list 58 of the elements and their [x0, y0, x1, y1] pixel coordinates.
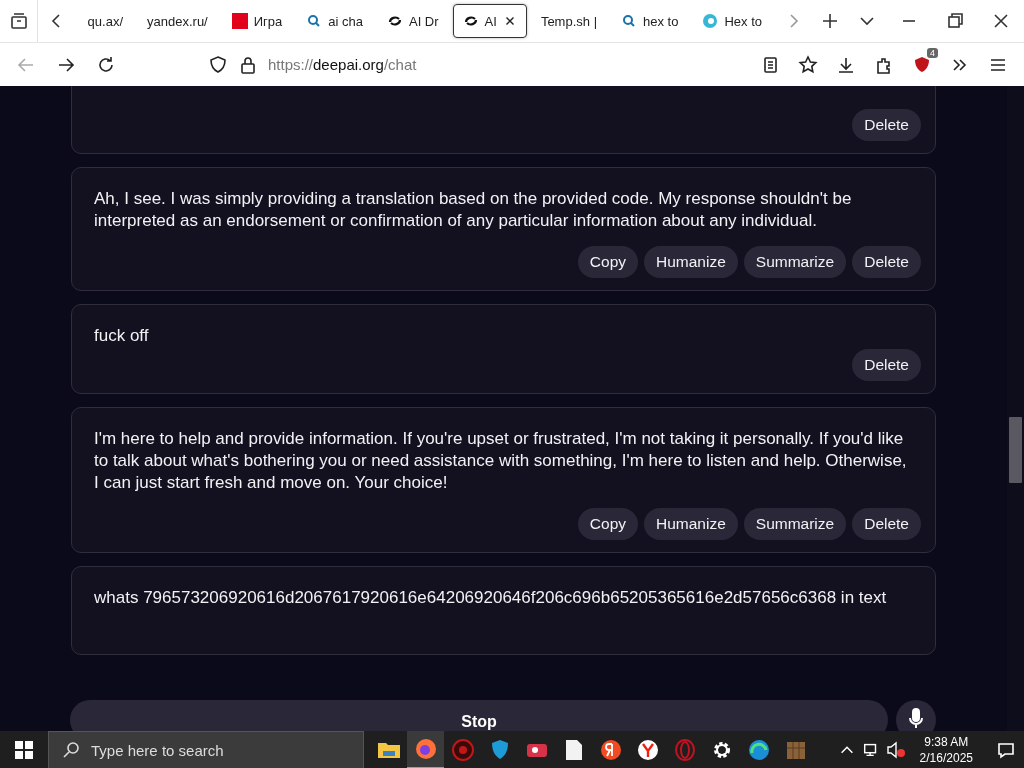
- windows-start-icon[interactable]: [15, 741, 33, 759]
- browser-logo-icon[interactable]: [414, 738, 437, 760]
- muted-speaker-icon[interactable]: [885, 741, 906, 759]
- crate-icon[interactable]: [784, 739, 807, 761]
- globe-icon: [702, 13, 719, 29]
- message-action-button[interactable]: Humanize: [644, 246, 738, 278]
- letter-app-icon[interactable]: [599, 739, 622, 761]
- y-letter-app-icon[interactable]: [636, 739, 659, 761]
- lock-icon[interactable]: [238, 54, 258, 75]
- address-bar[interactable]: https://deepai.org/chat: [268, 56, 417, 73]
- browser-tab[interactable]: Hex to: [692, 4, 772, 38]
- restore-icon[interactable]: [945, 11, 965, 31]
- message-text: Ah, I see. I was simply providing a translation based on the provided code. My response shouldn't be interpreted as an endorsement or confirmation of any particular information about any individual.: [94, 188, 853, 232]
- message-text: I'm here to help and provide information. If you're upset or frustrated, I'm not taking it personally. If you'd like to talk about what's bothering you or need assistance with something, I'm here to listen and help. Otherwise, I can just start fresh and move on. Your choice!: [94, 428, 908, 494]
- shield-extension-icon[interactable]: [912, 54, 932, 75]
- browser-tab[interactable]: ai cha: [296, 4, 373, 38]
- browser-tab[interactable]: Игра: [221, 4, 293, 38]
- taskbar-search-field[interactable]: Type here to search: [48, 731, 364, 768]
- browser-tab[interactable]: AI: [452, 4, 527, 38]
- message-action-button[interactable]: Summarize: [743, 246, 847, 278]
- bookmark-star-icon[interactable]: [798, 54, 818, 75]
- notification-icon[interactable]: [995, 740, 1016, 760]
- search-icon[interactable]: [61, 740, 81, 760]
- message-action-button[interactable]: Delete: [852, 349, 921, 381]
- tab-list-icon[interactable]: [8, 11, 29, 31]
- microphone-button[interactable]: [896, 700, 936, 731]
- swirl-icon: [462, 13, 479, 29]
- extension-badge: 4: [927, 47, 938, 58]
- shield-icon[interactable]: [208, 54, 228, 75]
- tab-favicon-icon: [231, 13, 248, 29]
- reload-icon[interactable]: [96, 54, 116, 75]
- message-action-button[interactable]: Delete: [852, 246, 921, 278]
- clock-date: 2/16/2025: [919, 750, 973, 766]
- stop-button[interactable]: Stop: [461, 712, 497, 731]
- folder-icon[interactable]: [376, 740, 401, 760]
- wave-app-icon[interactable]: [747, 739, 770, 761]
- search-icon: [621, 13, 637, 29]
- message-action-button[interactable]: Delete: [852, 109, 921, 141]
- swirl-icon: [386, 13, 403, 29]
- message-action-button[interactable]: Copy: [577, 246, 638, 278]
- message-action-button[interactable]: Summarize: [743, 508, 847, 540]
- document-icon[interactable]: [564, 739, 583, 761]
- gear-app-icon[interactable]: [451, 739, 474, 761]
- message-text: whats 796573206920616d2067617920616e64206920646f206c696b65205365616e2d57656c6368 in text: [94, 587, 888, 609]
- message-text: fuck off: [94, 325, 150, 347]
- microphone-icon: [908, 708, 924, 730]
- browser-tab[interactable]: Temp.sh |: [530, 4, 607, 38]
- shield-app-icon[interactable]: [489, 739, 510, 761]
- ring-app-icon[interactable]: [673, 739, 696, 761]
- message-action-button[interactable]: Delete: [852, 508, 921, 540]
- browser-tab[interactable]: qu.ax/: [77, 4, 133, 38]
- browser-tab[interactable]: AI Dr: [376, 4, 449, 38]
- browser-tab[interactable]: hex to: [611, 4, 689, 38]
- message-action-button[interactable]: Humanize: [644, 508, 738, 540]
- plus-icon[interactable]: [820, 11, 840, 31]
- clock-time: 9:38 AM: [924, 734, 969, 750]
- browser-tab[interactable]: yandex.ru/: [137, 4, 218, 38]
- message-action-button[interactable]: Copy: [577, 508, 638, 540]
